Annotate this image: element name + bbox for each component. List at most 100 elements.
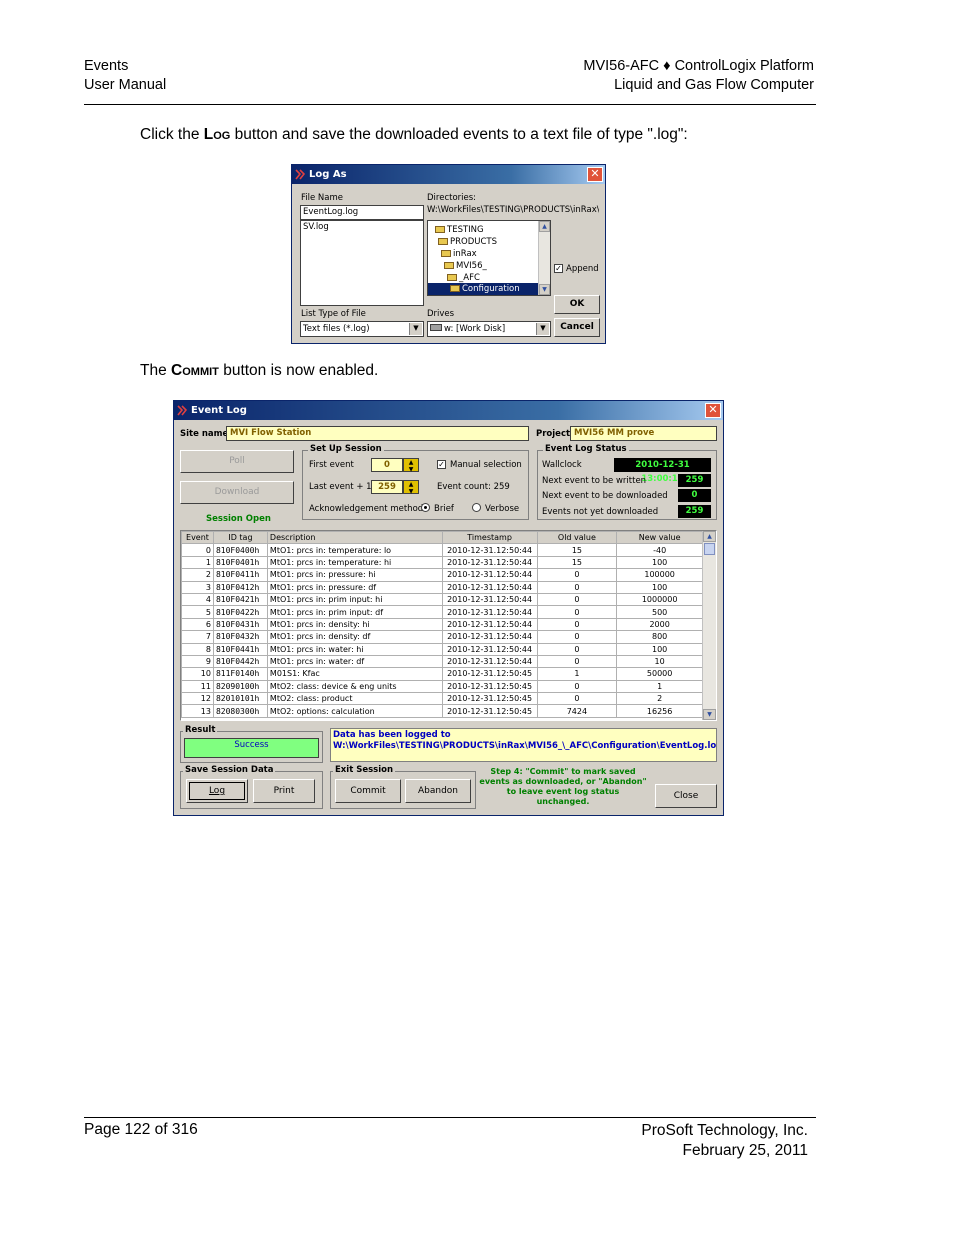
brief-radio[interactable] <box>421 503 430 512</box>
close-button[interactable]: Close <box>655 784 717 808</box>
folder-item-mvi56[interactable]: MVI56_ <box>444 260 487 272</box>
cell-old-value: 0 <box>536 654 618 669</box>
cell-timestamp: 2010-12-31.12:50:45 <box>441 692 538 706</box>
cell-old-value: 0 <box>536 679 618 694</box>
cell-event: 9 <box>181 654 214 669</box>
print-button[interactable]: Print <box>253 779 315 803</box>
poll-button[interactable]: Poll <box>180 450 294 473</box>
cell-new-value: 1000000 <box>616 592 703 607</box>
first-event-spinner[interactable]: ▲ ▼ <box>403 458 419 473</box>
table-row[interactable]: 13 82080300h MtO2: options: calculation 201… <box>181 704 703 718</box>
folder-item-configuration-selected[interactable]: Configuration <box>428 283 538 295</box>
cell-timestamp: 2010-12-31.12:50:44 <box>441 617 538 632</box>
table-row[interactable]: 11 82090100h MtO2: class: device & eng uni… <box>181 679 703 694</box>
column-header-new-value[interactable]: New value <box>616 531 703 545</box>
commit-button[interactable]: Commit <box>335 779 401 803</box>
save-session-title: Save Session Data <box>183 765 276 775</box>
cancel-button[interactable]: Cancel <box>554 318 600 337</box>
last-event-input[interactable]: 259 <box>371 480 403 494</box>
first-event-input[interactable]: 0 <box>371 458 403 472</box>
event-table-scrollbar[interactable]: ▲ ▼ <box>702 531 716 720</box>
cell-description: MtO1: prcs in: water: df <box>266 654 443 669</box>
table-row[interactable]: 0 810F0400h MtO1: prcs in: temperature: lo… <box>181 543 703 557</box>
drives-value: w: [Work Disk] <box>444 324 506 334</box>
app-icon <box>295 169 305 180</box>
cell-id-tag: 82010101h <box>212 692 268 706</box>
scroll-up-icon[interactable]: ▲ <box>539 221 550 232</box>
folder-item-products[interactable]: PRODUCTS <box>438 236 497 248</box>
scroll-thumb[interactable] <box>704 543 715 555</box>
cell-new-value: 1 <box>616 679 703 694</box>
close-icon[interactable]: ✕ <box>705 403 721 418</box>
folder-label: _AFC <box>459 273 480 283</box>
close-icon[interactable]: ✕ <box>587 167 603 182</box>
cell-description: MtO1: prcs in: pressure: hi <box>266 568 443 582</box>
open-folder-icon <box>435 226 445 233</box>
directory-scrollbar[interactable]: ▲ ▼ <box>538 221 550 295</box>
column-header-description[interactable]: Description <box>266 531 443 545</box>
append-checkbox[interactable]: ✓ <box>554 264 563 273</box>
list-type-select[interactable]: Text files (*.log) ▼ <box>300 321 424 337</box>
file-list[interactable]: SV.log <box>300 220 424 306</box>
cell-id-tag: 810F0442h <box>212 654 268 669</box>
cell-old-value: 0 <box>536 605 618 619</box>
table-row[interactable]: 6 810F0431h MtO1: prcs in: density: hi 2010… <box>181 617 703 632</box>
event-table-body: 0 810F0400h MtO1: prcs in: temperature: lo… <box>181 543 703 718</box>
scroll-down-icon[interactable]: ▼ <box>539 284 550 295</box>
para2-text: The <box>140 362 172 379</box>
verbose-radio[interactable] <box>472 503 481 512</box>
column-header-old-value[interactable]: Old value <box>536 531 618 545</box>
table-row[interactable]: 2 810F0411h MtO1: prcs in: pressure: hi 201… <box>181 568 703 582</box>
event-table-frame[interactable]: Event ID tag Description Timestamp Old v… <box>180 530 717 721</box>
cell-event: 10 <box>181 667 214 681</box>
cell-new-value: 800 <box>616 630 703 644</box>
table-row[interactable]: 3 810F0412h MtO1: prcs in: pressure: df 201… <box>181 580 703 594</box>
folder-item-inrax[interactable]: inRax <box>441 248 477 260</box>
manual-selection-checkbox[interactable]: ✓ <box>437 460 446 469</box>
log-button[interactable]: Log <box>186 779 248 803</box>
cell-id-tag: 810F0441h <box>212 642 268 656</box>
table-row[interactable]: 10 811F0140h M01S1: Kfac 2010-12-31.12:50:4… <box>181 667 703 681</box>
header-product: MVI56-AFC ♦ ControlLogix Platform <box>583 58 814 74</box>
ok-button[interactable]: OK <box>554 295 600 314</box>
chevron-down-icon[interactable]: ▼ <box>536 323 549 335</box>
site-name-field[interactable]: MVI Flow Station <box>226 426 529 441</box>
file-list-item[interactable]: SV.log <box>303 221 423 233</box>
table-row[interactable]: 8 810F0441h MtO1: prcs in: water: hi 2010-1… <box>181 642 703 656</box>
project-label: Project <box>536 429 571 439</box>
log-button-label: Log <box>208 786 226 796</box>
scroll-up-icon[interactable]: ▲ <box>703 531 716 542</box>
event-log-dialog: Event Log ✕ Site name MVI Flow Station P… <box>173 400 724 816</box>
instruction-commit: The COMMIT button is now enabled. <box>140 362 378 380</box>
table-row[interactable]: 9 810F0442h MtO1: prcs in: water: df 2010-1… <box>181 654 703 669</box>
cell-old-value: 0 <box>536 580 618 594</box>
column-header-event[interactable]: Event <box>181 531 214 545</box>
cell-old-value: 15 <box>536 543 618 557</box>
chevron-down-icon[interactable]: ▼ <box>409 323 422 335</box>
save-session-group: Save Session Data Log Print <box>180 765 323 809</box>
drives-select[interactable]: w: [Work Disk] ▼ <box>427 321 551 337</box>
cell-old-value: 0 <box>536 642 618 656</box>
event-count-label: Event count: 259 <box>437 482 510 492</box>
directory-tree[interactable]: TESTING PRODUCTS inRax MVI56_ _AFC Confi… <box>427 220 551 296</box>
log-message-line1: Data has been logged to <box>333 730 451 740</box>
project-field[interactable]: MVI56 MM prove <box>570 426 717 441</box>
next-downloaded-label: Next event to be downloaded <box>542 491 668 501</box>
abandon-button[interactable]: Abandon <box>405 779 471 803</box>
column-header-timestamp[interactable]: Timestamp <box>441 531 538 545</box>
log-message-path: W:\WorkFiles\TESTING\PRODUCTS\inRax\MVI5… <box>333 741 717 751</box>
table-row[interactable]: 5 810F0422h MtO1: prcs in: prim input: df 2… <box>181 605 703 619</box>
table-row[interactable]: 12 82010101h MtO2: class: product 2010-12-3… <box>181 692 703 706</box>
file-name-input[interactable]: EventLog.log <box>300 205 424 220</box>
last-event-spinner[interactable]: ▲ ▼ <box>403 480 419 495</box>
table-row[interactable]: 7 810F0432h MtO1: prcs in: density: df 2010… <box>181 630 703 644</box>
folder-item-testing[interactable]: TESTING <box>435 224 484 236</box>
table-row[interactable]: 1 810F0401h MtO1: prcs in: temperature: hi… <box>181 555 703 570</box>
column-header-id-tag[interactable]: ID tag <box>212 531 268 545</box>
footer-right: ProSoft Technology, Inc. February 25, 20… <box>641 1121 808 1161</box>
download-button[interactable]: Download <box>180 481 294 504</box>
table-row[interactable]: 4 810F0421h MtO1: prcs in: prim input: hi 2… <box>181 592 703 607</box>
scroll-down-icon[interactable]: ▼ <box>703 709 716 720</box>
cell-id-tag: 810F0421h <box>212 592 268 607</box>
para1-text-end: button and save the downloaded events to… <box>230 126 688 143</box>
